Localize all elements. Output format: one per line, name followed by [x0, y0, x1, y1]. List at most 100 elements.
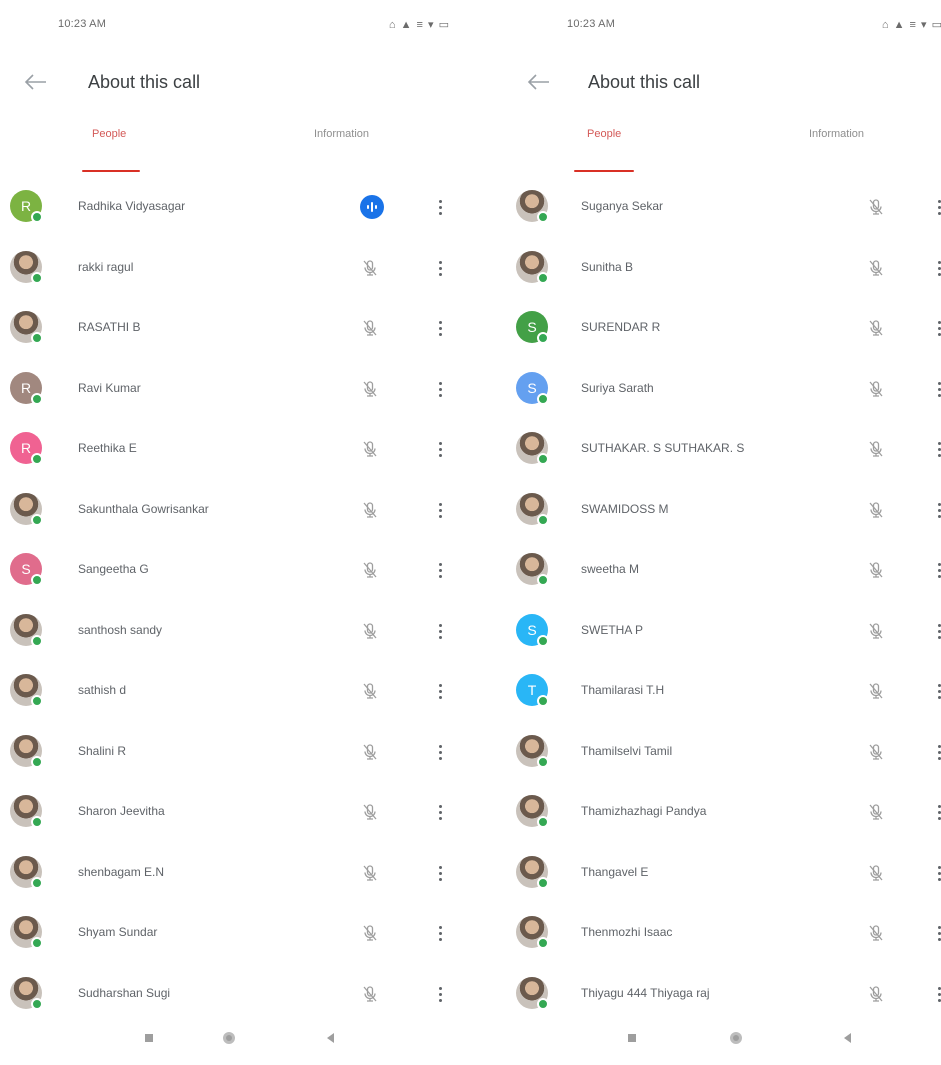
more-options-icon[interactable] [933, 921, 941, 945]
online-status-dot [31, 211, 43, 223]
more-options-icon[interactable] [434, 861, 446, 885]
participant-row[interactable]: RASATHI B [0, 298, 460, 359]
participant-row[interactable]: S Suriya Sarath [481, 359, 941, 420]
more-options-icon[interactable] [933, 377, 941, 401]
avatar-initial: R [20, 198, 32, 214]
more-options-icon[interactable] [434, 195, 446, 219]
more-options-icon[interactable] [434, 437, 446, 461]
participant-row[interactable]: rakki ragul [0, 238, 460, 299]
more-options-icon[interactable] [933, 195, 941, 219]
participant-name: SWETHA P [581, 622, 644, 637]
more-options-icon[interactable] [933, 437, 941, 461]
more-options-icon[interactable] [933, 982, 941, 1006]
tab-bar: People Information [481, 128, 941, 172]
more-options-icon[interactable] [434, 498, 446, 522]
app-bar: About this call [0, 58, 460, 106]
participant-row[interactable]: SWAMIDOSS M [481, 480, 941, 541]
recents-icon[interactable] [621, 1027, 643, 1049]
mic-off-icon [866, 500, 886, 520]
more-options-icon[interactable] [434, 619, 446, 643]
more-options-icon[interactable] [434, 316, 446, 340]
participant-row[interactable]: Suganya Sekar [481, 177, 941, 238]
participant-row[interactable]: R Radhika Vidyasagar [0, 177, 460, 238]
avatar [10, 250, 43, 284]
participant-name: shenbagam E.N [78, 864, 165, 879]
online-status-dot [31, 392, 43, 405]
more-options-icon[interactable] [434, 256, 446, 280]
participant-row[interactable]: S SURENDAR R [481, 298, 941, 359]
mic-off-icon [360, 621, 380, 641]
participant-row[interactable]: R Ravi Kumar [0, 359, 460, 420]
avatar [516, 855, 549, 889]
more-options-icon[interactable] [933, 558, 941, 582]
participant-row[interactable]: Thamizhazhagi Pandya [481, 782, 941, 843]
more-options-icon[interactable] [933, 740, 941, 764]
home-icon[interactable] [725, 1027, 747, 1049]
participant-row[interactable]: sweetha M [481, 540, 941, 601]
back-arrow-icon[interactable] [525, 71, 553, 93]
home-icon[interactable] [218, 1027, 240, 1049]
status-time: 10:23 AM [58, 18, 107, 30]
avatar-initial: S [527, 621, 537, 638]
tab-information[interactable]: Information [809, 128, 864, 140]
more-options-icon[interactable] [434, 558, 446, 582]
participant-name: Thenmozhi Isaac [581, 925, 673, 939]
participant-row[interactable]: Sakunthala Gowrisankar [0, 480, 460, 541]
more-options-icon[interactable] [933, 861, 941, 885]
mic-off-icon [866, 560, 886, 580]
online-status-dot [31, 453, 43, 465]
avatar [10, 855, 43, 889]
nav-back-icon[interactable] [320, 1027, 342, 1049]
tab-people[interactable]: People [92, 128, 126, 140]
online-status-dot [537, 271, 549, 284]
participant-row[interactable]: shenbagam E.N [0, 843, 460, 904]
online-status-dot [31, 816, 43, 828]
more-options-icon[interactable] [434, 982, 446, 1006]
participant-row[interactable]: santhosh sandy [0, 601, 460, 662]
avatar-initial: R [20, 379, 32, 396]
more-options-icon[interactable] [933, 316, 941, 340]
more-options-icon[interactable] [933, 619, 941, 643]
more-options-icon[interactable] [933, 800, 941, 824]
participant-name: Reethika E [78, 441, 137, 455]
more-options-icon[interactable] [933, 498, 941, 522]
participant-row[interactable]: Thangavel E [481, 843, 941, 904]
participant-row[interactable]: Shyam Sundar [0, 903, 460, 964]
page-title: About this call [88, 72, 201, 92]
participant-row[interactable]: S SWETHA P [481, 601, 941, 662]
participant-row[interactable]: Sunitha B [481, 238, 941, 299]
avatar: S [10, 553, 43, 586]
mic-off-icon [866, 379, 886, 399]
avatar [516, 734, 549, 768]
avatar: T [516, 674, 549, 707]
participant-row[interactable]: SUTHAKAR. S SUTHAKAR. S [481, 419, 941, 480]
more-options-icon[interactable] [434, 679, 446, 703]
mic-off-icon [866, 984, 886, 1004]
back-arrow-icon[interactable] [22, 71, 50, 93]
more-options-icon[interactable] [434, 740, 446, 764]
participant-name: Thiyagu 444 Thiyaga raj [581, 985, 710, 1000]
recents-icon[interactable] [138, 1027, 160, 1049]
avatar [516, 492, 549, 526]
more-options-icon[interactable] [434, 800, 446, 824]
participant-row[interactable]: R Reethika E [0, 419, 460, 480]
nav-back-icon[interactable] [837, 1027, 859, 1049]
participant-row[interactable]: Shalini R [0, 722, 460, 783]
participant-row[interactable]: S Sangeetha G [0, 540, 460, 601]
participant-row[interactable]: T Thamilarasi T.H [481, 661, 941, 722]
participant-row[interactable]: Thenmozhi Isaac [481, 903, 941, 964]
participant-name: Ravi Kumar [78, 380, 141, 395]
more-options-icon[interactable] [434, 377, 446, 401]
more-options-icon[interactable] [933, 679, 941, 703]
tab-information[interactable]: Information [314, 128, 369, 140]
online-status-dot [537, 332, 549, 344]
more-options-icon[interactable] [434, 921, 446, 945]
participant-row[interactable]: Thamilselvi Tamil [481, 722, 941, 783]
mic-off-icon [360, 500, 380, 520]
participant-row[interactable]: sathish d [0, 661, 460, 722]
avatar [10, 674, 43, 707]
participant-row[interactable]: Sharon Jeevitha [0, 782, 460, 843]
online-status-dot [537, 695, 549, 707]
tab-people[interactable]: People [587, 128, 621, 140]
more-options-icon[interactable] [933, 256, 941, 280]
